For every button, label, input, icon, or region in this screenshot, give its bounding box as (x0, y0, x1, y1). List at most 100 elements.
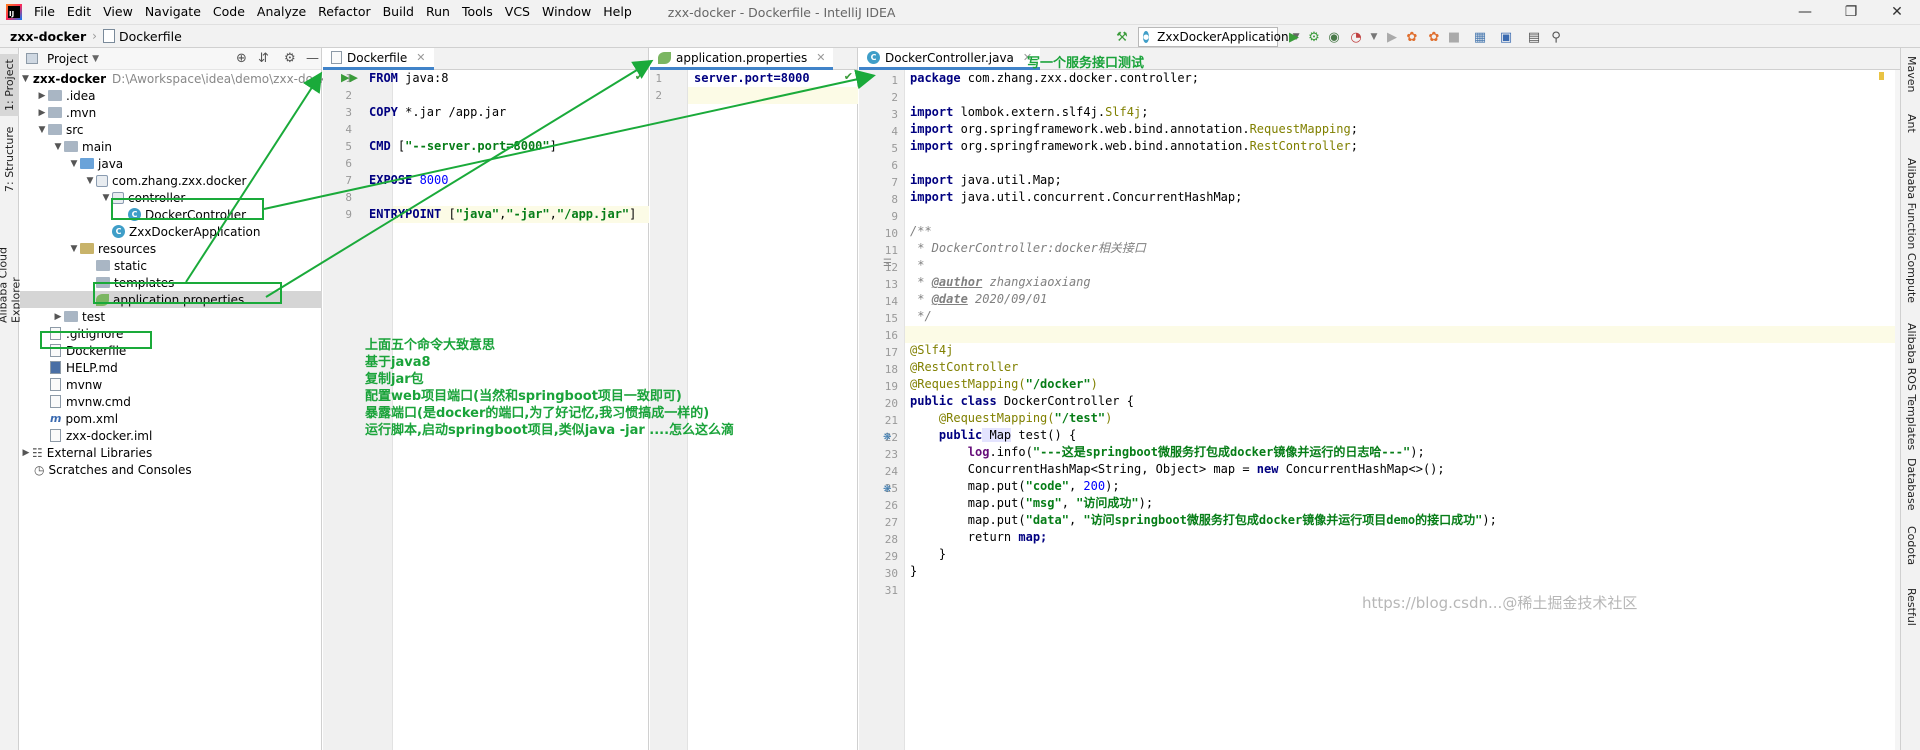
folder-icon (48, 90, 62, 101)
minimize-icon[interactable]: — (1782, 0, 1828, 24)
line-number: 6 (345, 157, 352, 170)
expanded-arrow-icon[interactable]: ▼ (68, 244, 80, 254)
tab-label: application.properties (676, 50, 808, 65)
tab-alibaba-ros-templates[interactable]: Alibaba ROS Templates (1902, 323, 1920, 453)
menu-window[interactable]: Window (536, 0, 597, 24)
debug-icon[interactable]: ⚙ (1306, 29, 1322, 45)
expanded-arrow-icon[interactable]: ▼ (68, 159, 80, 169)
close-tab-icon[interactable]: ✕ (416, 51, 425, 64)
tab-ant[interactable]: Ant (1902, 114, 1920, 144)
collapsed-arrow-icon[interactable]: ▶ (36, 91, 48, 101)
editor-tab-bar: application.properties ✕ (650, 48, 857, 70)
tab-database[interactable]: Database (1902, 458, 1920, 518)
menu-file[interactable]: File (28, 0, 61, 24)
expanded-arrow-icon[interactable]: ▼ (36, 125, 48, 135)
tree-item-project-root[interactable]: ▼ zxx-docker D:\Aworkspace\idea\demo\zxx… (20, 70, 338, 87)
tab-project[interactable]: 1: Project (0, 54, 19, 116)
menu-refactor[interactable]: Refactor (312, 0, 376, 24)
line-number: 3 (891, 108, 898, 121)
search-icon[interactable]: ⚲ (1548, 29, 1564, 45)
chevron-down-icon[interactable]: ▼ (92, 54, 99, 64)
run-gutter-icon[interactable]: ▶▶ (341, 71, 358, 84)
collapse-all-icon[interactable]: ⇵ (258, 51, 269, 66)
locate-file-icon[interactable]: ⊕ (236, 51, 247, 66)
menu-edit[interactable]: Edit (61, 0, 97, 24)
debug-deploy-icon[interactable]: ✿ (1426, 29, 1442, 45)
tree-item-external-libraries[interactable]: ▶ ☷ External Libraries (20, 444, 322, 461)
close-tab-icon[interactable]: ✕ (816, 51, 825, 64)
layout-icon[interactable]: ▤ (1526, 29, 1542, 45)
tree-item-static[interactable]: static (20, 257, 322, 274)
tree-item-mvnw[interactable]: mvnw (20, 376, 322, 393)
editor-scrollbar[interactable] (1895, 70, 1900, 750)
expanded-arrow-icon[interactable]: ▼ (84, 176, 96, 186)
line-number: 7 (891, 176, 898, 189)
tree-item-scratches[interactable]: ◷ Scratches and Consoles (20, 461, 322, 478)
tree-item-main[interactable]: ▼ main (20, 138, 322, 155)
menu-tools[interactable]: Tools (456, 0, 499, 24)
menu-navigate[interactable]: Navigate (139, 0, 207, 24)
highlight-box-docker-controller (111, 198, 264, 220)
spring-mapping-gutter-icon[interactable]: ❋ (883, 484, 891, 495)
menu-analyze[interactable]: Analyze (251, 0, 312, 24)
hot-swap-icon[interactable]: ✿ (1404, 29, 1420, 45)
expanded-arrow-icon[interactable]: ▼ (22, 74, 29, 84)
tab-application-properties[interactable]: application.properties ✕ (650, 48, 834, 70)
tree-item-resources[interactable]: ▼ resources (20, 240, 322, 257)
tree-item-iml[interactable]: zxx-docker.iml (20, 427, 322, 444)
tab-alibaba-cloud-explorer[interactable]: Alibaba Cloud Explorer (0, 203, 23, 323)
line-number: 26 (884, 499, 898, 512)
tree-item-idea[interactable]: ▶ .idea (20, 87, 322, 104)
translate-icon[interactable]: ▣ (1498, 29, 1514, 45)
menu-build[interactable]: Build (377, 0, 420, 24)
tree-item-test[interactable]: ▶ test (20, 308, 322, 325)
build-hammer-icon[interactable]: ⚒ (1114, 29, 1130, 45)
tab-maven[interactable]: Maven (1902, 56, 1920, 106)
collapsed-arrow-icon[interactable]: ▶ (36, 108, 48, 118)
close-icon[interactable]: ✕ (1874, 0, 1920, 24)
line-number: 29 (884, 550, 898, 563)
menu-view[interactable]: View (97, 0, 139, 24)
tree-item-java[interactable]: ▼ java (20, 155, 322, 172)
run-icon[interactable]: ▶ (1286, 29, 1302, 45)
tab-codota[interactable]: Codota (1902, 526, 1920, 576)
tree-item-help-md[interactable]: HELP.md (20, 359, 322, 376)
library-icon: ☷ (32, 445, 43, 460)
tab-docker-controller[interactable]: C DockerController.java ✕ (859, 48, 1041, 70)
profile-icon[interactable]: ◔ (1348, 29, 1364, 45)
tab-alibaba-function-compute[interactable]: Alibaba Function Compute (1902, 158, 1920, 308)
breadcrumb-file[interactable]: Dockerfile (102, 29, 182, 44)
line-number: 8 (345, 191, 352, 204)
restore-icon[interactable]: ❐ (1828, 0, 1874, 24)
tree-item-src[interactable]: ▼ src (20, 121, 322, 138)
tab-restful[interactable]: Restful (1902, 588, 1920, 638)
controller-editor[interactable]: C DockerController.java ✕ 写一个服务接口测试 1234… (859, 48, 1900, 750)
tree-item-package[interactable]: ▼ com.zhang.zxx.docker (20, 172, 322, 189)
tree-item-pom-xml[interactable]: m pom.xml (20, 410, 322, 427)
collapsed-arrow-icon[interactable]: ▶ (52, 312, 64, 322)
expanded-arrow-icon[interactable]: ▼ (52, 142, 64, 152)
menu-vcs[interactable]: VCS (499, 0, 536, 24)
collapsed-arrow-icon[interactable]: ▶ (20, 448, 32, 458)
stop-icon[interactable]: ■ (1446, 29, 1462, 45)
tree-item-mvnw-cmd[interactable]: mvnw.cmd (20, 393, 322, 410)
run-configuration-select[interactable]: ● ZxxDockerApplication ▼ (1138, 27, 1300, 47)
project-structure-icon[interactable]: ▦ (1472, 29, 1488, 45)
project-view-select[interactable]: Project (47, 52, 88, 66)
breadcrumb-project[interactable]: zxx-docker (10, 29, 86, 44)
tab-dockerfile[interactable]: Dockerfile ✕ (323, 48, 434, 70)
menu-run[interactable]: Run (420, 0, 456, 24)
hide-panel-icon[interactable]: — (306, 51, 319, 66)
menu-help[interactable]: Help (597, 0, 638, 24)
run-disabled-icon[interactable]: ▶ (1384, 29, 1400, 45)
tree-item-zxx-docker-application[interactable]: C ZxxDockerApplication (20, 223, 322, 240)
tab-structure[interactable]: 7: Structure (0, 124, 19, 194)
coverage-icon[interactable]: ◉ (1326, 29, 1342, 45)
gear-icon[interactable]: ⚙ (284, 51, 296, 66)
line-number: 23 (884, 448, 898, 461)
tree-item-mvn[interactable]: ▶ .mvn (20, 104, 322, 121)
spring-bean-gutter-icon[interactable]: ❋ (883, 432, 891, 443)
profile-dropdown-icon[interactable]: ▼ (1366, 29, 1382, 45)
line-number: 1 (891, 74, 898, 87)
menu-code[interactable]: Code (207, 0, 251, 24)
